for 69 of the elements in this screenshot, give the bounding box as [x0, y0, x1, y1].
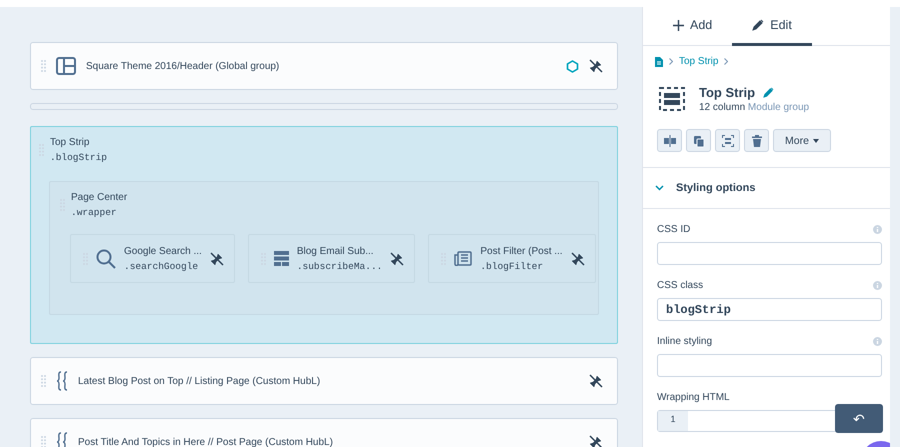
braces-icon: [56, 432, 68, 447]
module-title: Google Search ...: [124, 246, 202, 256]
global-icon[interactable]: [566, 60, 579, 72]
layout-icon: [56, 57, 76, 75]
module-card[interactable]: Google Search ... .searchGoogle: [70, 234, 235, 283]
pencil-icon: [752, 19, 764, 31]
braces-icon: [56, 371, 68, 391]
nested-group[interactable]: Page Center .wrapper Google Search ... .searchGoogle Blog Email Sub... .subscribeMa... Post Filter (Post ... .blogFilter: [49, 181, 599, 315]
module-class-name: .subscribeMa...: [296, 260, 382, 272]
drag-handle-icon[interactable]: [41, 60, 46, 72]
field-label: Inline styling: [657, 336, 712, 347]
pin-slash-icon[interactable]: [570, 252, 585, 266]
module-card[interactable]: Blog Email Sub... .subscribeMa...: [248, 234, 416, 283]
module-title: Blog Email Sub...: [296, 246, 375, 256]
caret-down-icon: [812, 138, 819, 142]
module-group[interactable]: Top Strip .blogStrip Page Center .wrapper Google Search ... .searchGoogle Blog Email Sub... .subscribeMa... Post Filter (Post ... .blogFilter: [30, 126, 618, 344]
group-title: Page Center: [71, 192, 128, 203]
drag-handle-icon[interactable]: [41, 436, 46, 447]
search-icon: [96, 248, 116, 268]
module-class-name: .searchGoogle: [124, 260, 200, 272]
field-label: CSS ID: [657, 224, 690, 235]
module-title: Latest Blog Post on Top // Listing Page (Custom HubL): [78, 376, 322, 386]
module-row[interactable]: Square Theme 2016/Header (Global group): [30, 42, 618, 90]
info-icon[interactable]: [873, 281, 882, 290]
group-class-name: .blogStrip: [50, 152, 108, 163]
group-class-name: .wrapper: [71, 207, 118, 218]
breadcrumb-link[interactable]: Top Strip: [679, 56, 718, 67]
split-icon[interactable]: [657, 129, 682, 152]
form-icon: [274, 251, 289, 266]
module-card[interactable]: Post Filter (Post ... .blogFilter: [428, 234, 596, 283]
empty-row[interactable]: [30, 103, 618, 110]
info-icon[interactable]: [873, 337, 882, 346]
module-title: Square Theme 2016/Header (Global group): [86, 60, 280, 72]
module-class-name: .blogFilter: [480, 260, 544, 272]
page-icon[interactable]: [655, 56, 663, 66]
group-title: Top Strip: [50, 137, 90, 148]
text-field[interactable]: [657, 354, 882, 377]
field-label: CSS class: [657, 280, 704, 291]
panel-tab[interactable]: Edit: [732, 7, 812, 46]
pin-slash-icon[interactable]: [589, 374, 603, 388]
chevron-right-icon: [724, 58, 728, 65]
more-button[interactable]: More: [773, 129, 831, 152]
pin-slash-icon[interactable]: [210, 252, 224, 266]
module-subtitle: 12 column Module group: [699, 102, 810, 113]
panel-tab[interactable]: Add: [653, 7, 732, 46]
plus-icon: [673, 20, 684, 30]
pencil-icon[interactable]: [763, 87, 774, 98]
newspaper-icon: [454, 251, 472, 266]
pin-slash-icon[interactable]: [589, 435, 603, 447]
field-label: Wrapping HTML: [657, 392, 730, 403]
copy-icon[interactable]: [686, 129, 711, 152]
module-row[interactable]: Latest Blog Post on Top // Listing Page (Custom HubL): [30, 357, 618, 405]
undo-toast[interactable]: ↶: [835, 404, 883, 433]
module-row[interactable]: Post Title And Topics in Here // Post Page (Custom HubL): [30, 418, 618, 447]
group-icon[interactable]: [715, 129, 740, 152]
info-icon[interactable]: [873, 225, 882, 234]
text-field[interactable]: blogStrip: [657, 298, 882, 321]
text-field[interactable]: [657, 242, 882, 265]
pin-slash-icon[interactable]: [390, 252, 404, 266]
drag-handle-icon[interactable]: [41, 375, 46, 387]
module-title: Post Title And Topics in Here // Post Page (Custom HubL): [78, 436, 334, 447]
module-title: Top Strip: [699, 85, 756, 100]
pin-slash-icon[interactable]: [589, 59, 603, 73]
section-header[interactable]: Styling options: [643, 168, 890, 209]
module-title: Post Filter (Post ...: [480, 246, 563, 256]
trash-icon[interactable]: [744, 129, 769, 152]
module-group-icon: [659, 87, 685, 111]
chevron-down-icon: [655, 185, 664, 191]
chevron-right-icon: [669, 58, 673, 65]
